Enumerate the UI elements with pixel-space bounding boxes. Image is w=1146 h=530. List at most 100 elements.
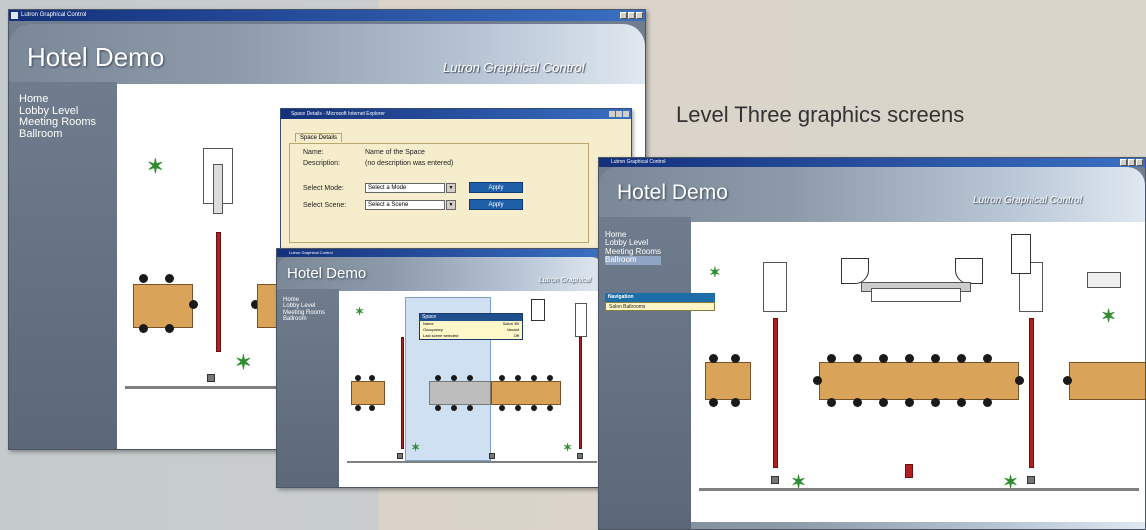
chair[interactable] bbox=[435, 405, 441, 411]
close-button[interactable] bbox=[636, 12, 643, 19]
description-label: Description: bbox=[303, 160, 340, 167]
close-button[interactable] bbox=[1136, 159, 1143, 166]
ballroom-submenu: Navigation Salon Ballrooms bbox=[605, 293, 715, 311]
minimize-button[interactable] bbox=[609, 111, 615, 117]
wall-device bbox=[213, 164, 223, 214]
plant-icon: ✶ bbox=[411, 442, 421, 454]
chair[interactable] bbox=[369, 405, 375, 411]
chair[interactable] bbox=[435, 375, 441, 381]
chair[interactable] bbox=[731, 398, 740, 407]
chair[interactable] bbox=[983, 354, 992, 363]
maximize-button[interactable] bbox=[616, 111, 622, 117]
apply-scene-button[interactable]: Apply bbox=[469, 199, 523, 210]
chair[interactable] bbox=[1063, 376, 1072, 385]
right-browser-window: Lutron Graphical Control Hotel Demo Lutr… bbox=[598, 157, 1146, 530]
minimize-button[interactable] bbox=[1120, 159, 1127, 166]
chair[interactable] bbox=[709, 398, 718, 407]
chair[interactable] bbox=[165, 274, 174, 283]
right-app-frame: Hotel Demo Lutron Graphical Control Home… bbox=[599, 167, 1145, 529]
mode-select[interactable]: Select a Mode ▼ bbox=[365, 183, 456, 193]
chair[interactable] bbox=[355, 375, 361, 381]
submenu-item-navigation[interactable]: Navigation bbox=[605, 293, 715, 302]
wall-device bbox=[575, 303, 587, 337]
scene-select[interactable]: Select a Scene ▼ bbox=[365, 200, 456, 210]
keypad-icon[interactable] bbox=[771, 476, 779, 484]
chair[interactable] bbox=[139, 274, 148, 283]
chair[interactable] bbox=[879, 354, 888, 363]
keypad-icon[interactable] bbox=[577, 453, 583, 459]
chair[interactable] bbox=[853, 398, 862, 407]
chair[interactable] bbox=[189, 300, 198, 309]
apply-mode-button[interactable]: Apply bbox=[469, 182, 523, 193]
keypad-icon[interactable] bbox=[207, 374, 215, 382]
maximize-button[interactable] bbox=[1128, 159, 1135, 166]
nav-meeting-rooms[interactable]: Meeting Rooms bbox=[283, 310, 325, 316]
right-app-title: Hotel Demo bbox=[617, 181, 728, 204]
chair[interactable] bbox=[515, 405, 521, 411]
middle-floorplan-canvas: ✶ ✶ ✶ Space Name Salon 3B Occupancy Vaca… bbox=[339, 291, 603, 487]
space-details-dialog: Space Details - Microsoft Internet Explo… bbox=[280, 108, 632, 258]
chair[interactable] bbox=[139, 324, 148, 333]
chair[interactable] bbox=[531, 375, 537, 381]
chevron-down-icon[interactable]: ▼ bbox=[446, 183, 456, 193]
conference-table bbox=[491, 381, 561, 405]
chair[interactable] bbox=[957, 354, 966, 363]
nav-ballroom[interactable]: Ballroom bbox=[283, 316, 325, 322]
submenu-item-salon-ballrooms[interactable]: Salon Ballrooms bbox=[605, 302, 715, 311]
left-app-subtitle: Lutron Graphical Control bbox=[443, 60, 585, 75]
right-nav-menu: Home Lobby Level Meeting Rooms Ballroom bbox=[605, 230, 662, 265]
nav-home[interactable]: Home bbox=[19, 93, 96, 106]
nav-ballroom[interactable]: Ballroom bbox=[605, 255, 662, 265]
nav-meeting-rooms[interactable]: Meeting Rooms bbox=[19, 117, 96, 129]
chair[interactable] bbox=[369, 375, 375, 381]
chair[interactable] bbox=[827, 398, 836, 407]
chair[interactable] bbox=[957, 398, 966, 407]
scene-select-value: Select a Scene bbox=[368, 202, 409, 208]
chair[interactable] bbox=[515, 375, 521, 381]
chair[interactable] bbox=[931, 398, 940, 407]
divider-pillar bbox=[905, 464, 913, 478]
middle-app-title: Hotel Demo bbox=[287, 265, 367, 282]
keypad-icon[interactable] bbox=[1027, 476, 1035, 484]
right-window-titlebar: Lutron Graphical Control bbox=[599, 158, 1145, 167]
keypad-icon[interactable] bbox=[397, 453, 403, 459]
chair[interactable] bbox=[731, 354, 740, 363]
chair[interactable] bbox=[467, 405, 473, 411]
chair[interactable] bbox=[531, 405, 537, 411]
keypad-icon[interactable] bbox=[489, 453, 495, 459]
minimize-button[interactable] bbox=[620, 12, 627, 19]
chair[interactable] bbox=[879, 398, 888, 407]
scene-label: Select Scene: bbox=[303, 202, 347, 209]
dialog-window-controls bbox=[609, 111, 629, 117]
chair[interactable] bbox=[547, 405, 553, 411]
chevron-down-icon[interactable]: ▼ bbox=[446, 200, 456, 210]
chair[interactable] bbox=[827, 354, 836, 363]
chair[interactable] bbox=[813, 376, 822, 385]
chair[interactable] bbox=[499, 375, 505, 381]
space-details-group bbox=[289, 143, 589, 243]
chair[interactable] bbox=[451, 405, 457, 411]
maximize-button[interactable] bbox=[628, 12, 635, 19]
chair[interactable] bbox=[451, 375, 457, 381]
window-controls bbox=[620, 12, 643, 19]
chair[interactable] bbox=[983, 398, 992, 407]
chair[interactable] bbox=[467, 375, 473, 381]
chair[interactable] bbox=[1015, 376, 1024, 385]
chair[interactable] bbox=[165, 324, 174, 333]
chair[interactable] bbox=[355, 405, 361, 411]
close-button[interactable] bbox=[623, 111, 629, 117]
popup-value: Off bbox=[513, 333, 519, 338]
chair[interactable] bbox=[931, 354, 940, 363]
chair[interactable] bbox=[547, 375, 553, 381]
chair[interactable] bbox=[709, 354, 718, 363]
right-floorplan-canvas: ✶ ✶ ✶ ✶ bbox=[691, 222, 1145, 522]
chair[interactable] bbox=[905, 398, 914, 407]
nav-ballroom[interactable]: Ballroom bbox=[19, 128, 96, 141]
wall-device bbox=[763, 262, 787, 312]
app-icon bbox=[11, 12, 18, 19]
chair[interactable] bbox=[853, 354, 862, 363]
space-info-popup: Space Name Salon 3B Occupancy Vacant Last … bbox=[419, 313, 523, 340]
space-details-tab[interactable]: Space Details bbox=[295, 133, 343, 142]
chair[interactable] bbox=[499, 405, 505, 411]
chair[interactable] bbox=[905, 354, 914, 363]
